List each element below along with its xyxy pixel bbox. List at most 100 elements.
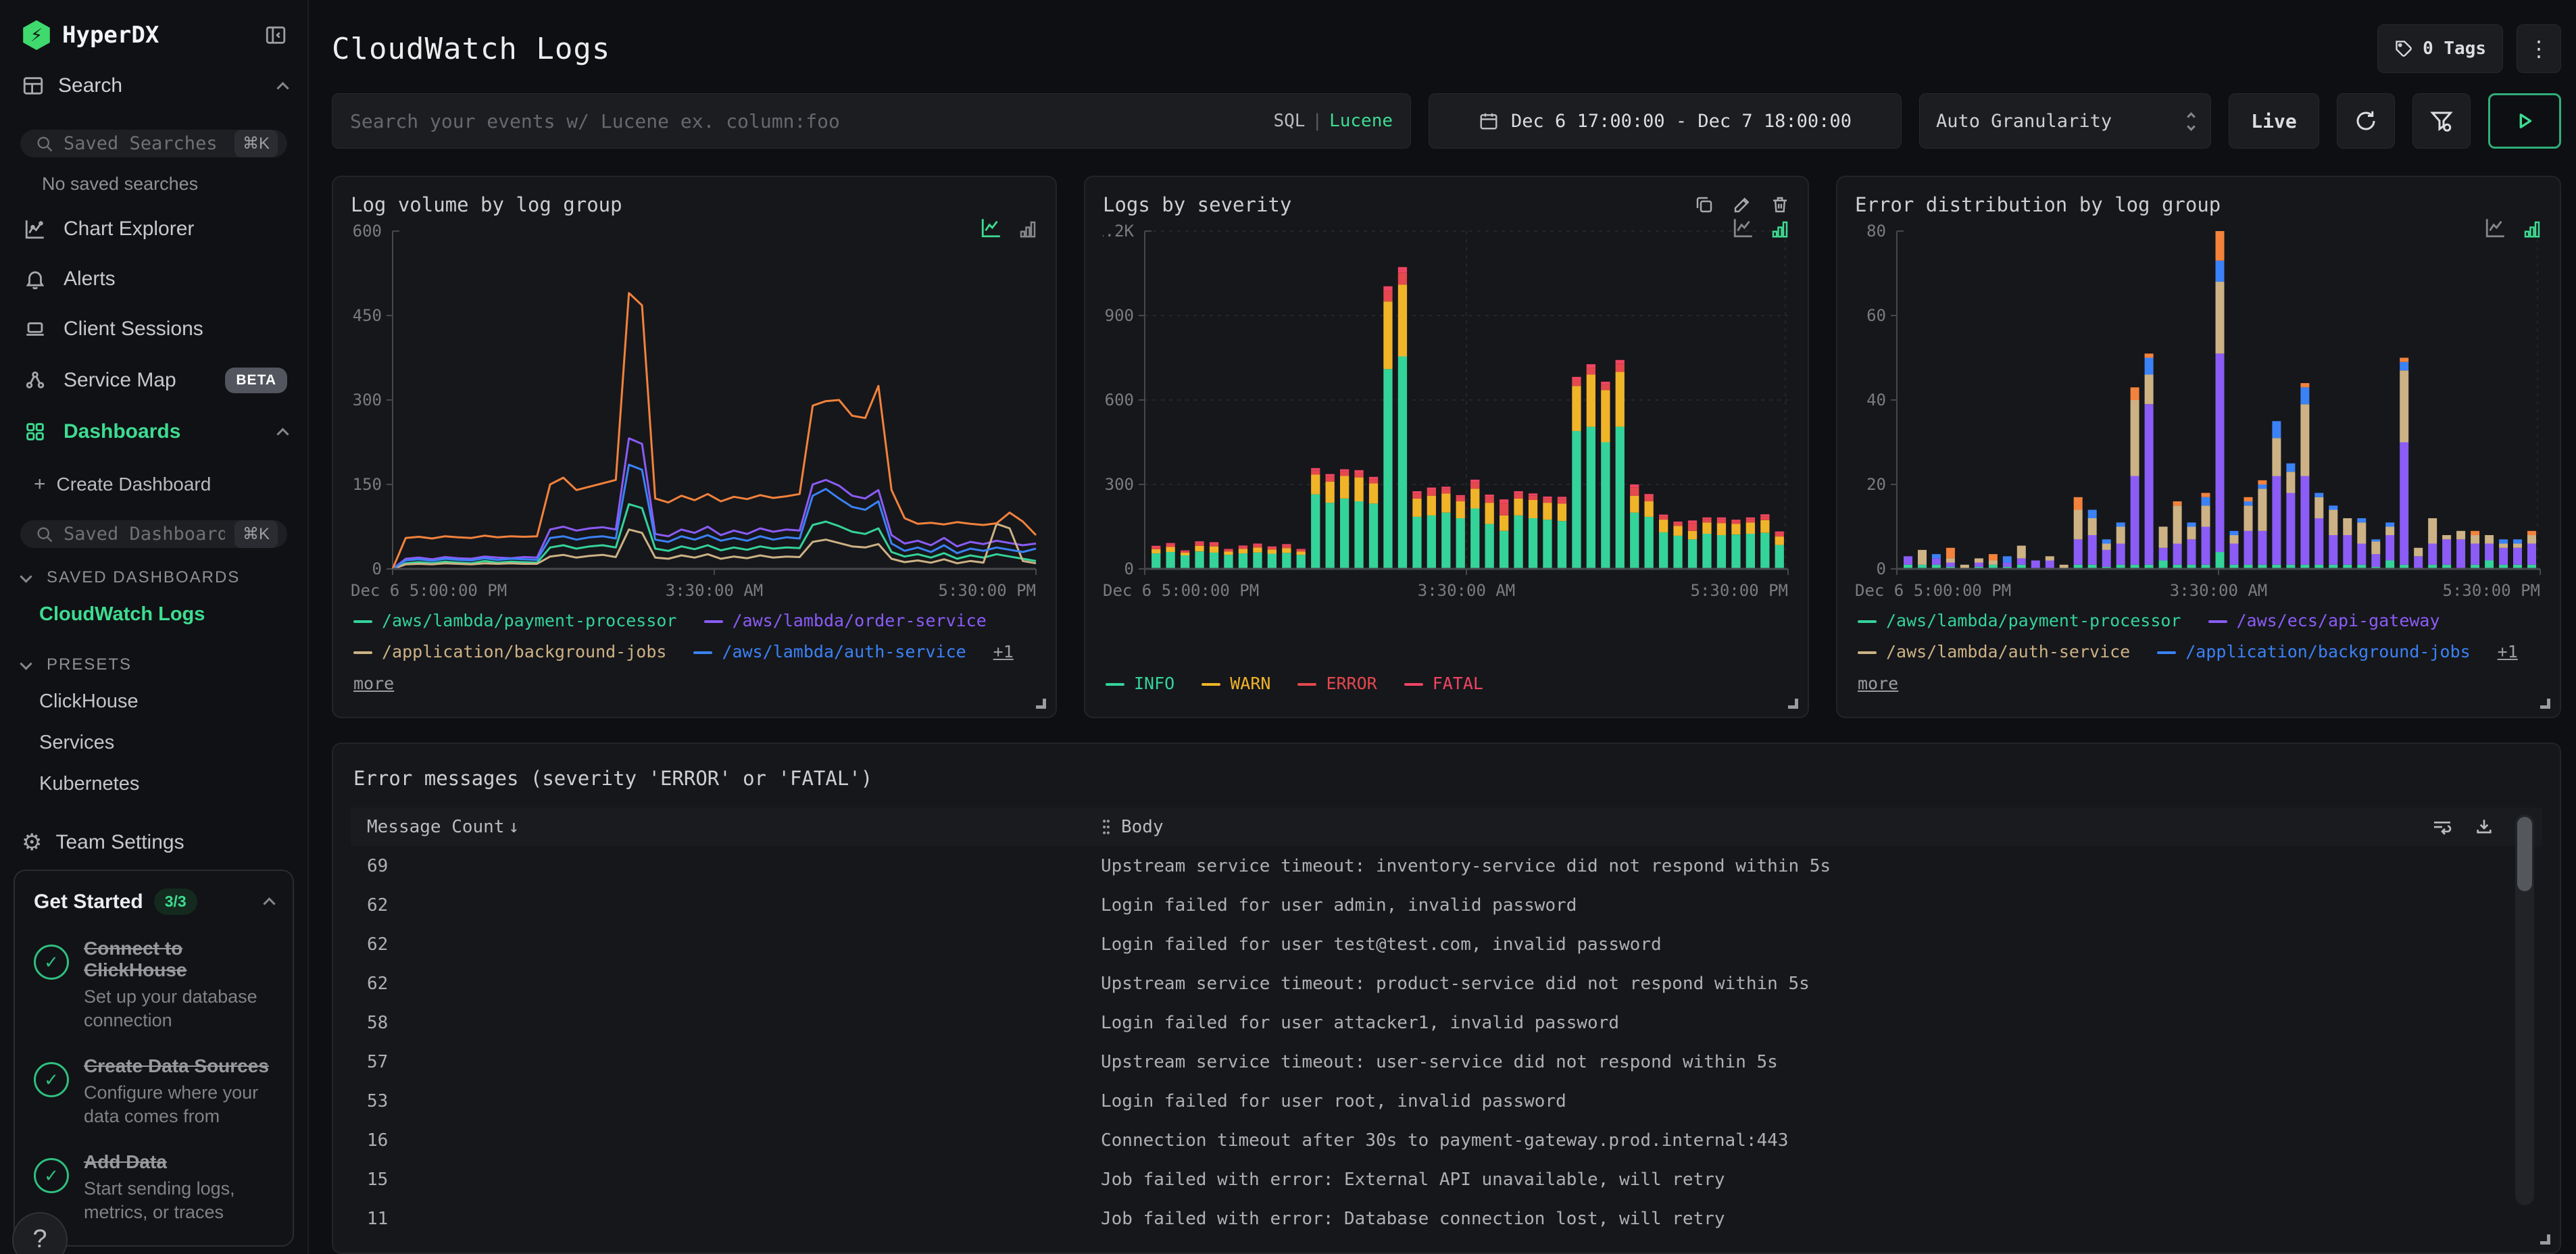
query-language-toggle[interactable]: SQL | Lucene (1273, 111, 1393, 131)
sidebar-item-services[interactable]: Services (0, 722, 307, 763)
sql-toggle[interactable]: SQL (1273, 111, 1305, 131)
legend-item[interactable]: /aws/lambda/order-service (703, 605, 987, 636)
section-label: SAVED DASHBOARDS (47, 568, 241, 586)
table-row[interactable]: 58 Login failed for user attacker1, inval… (351, 1003, 2542, 1043)
legend-item[interactable]: /aws/lambda/payment-processor (353, 605, 677, 636)
sidebar-item-clickhouse[interactable]: ClickHouse (0, 681, 307, 722)
table-row[interactable]: 11 Job failed with error: Database connec… (351, 1199, 2542, 1238)
line-view-toggle[interactable] (2484, 216, 2507, 239)
line-view-toggle[interactable] (980, 216, 1003, 239)
scrollbar-thumb[interactable] (2517, 816, 2532, 891)
legend-swatch (353, 651, 372, 655)
sidebar-collapse-icon[interactable] (264, 24, 287, 47)
search-section-label: Search (58, 74, 123, 97)
sidebar-item-label: Service Map (64, 369, 176, 391)
logs-by-severity-chart[interactable]: 1.2K 900 600 300 0 Dec 6 5:00:00 PM 3:30:00 AM… (1103, 223, 1790, 664)
tags-button[interactable]: 0 Tags (2377, 24, 2503, 73)
message-count-cell: 62 (367, 895, 389, 916)
panel-resize-handle[interactable] (1036, 698, 1046, 709)
error-messages-panel: Error messages (severity 'ERROR' or 'FAT… (332, 742, 2561, 1254)
delete-icon[interactable] (1770, 195, 1790, 215)
table-scrollbar[interactable] (2515, 813, 2534, 1205)
legend-item[interactable]: /application/background-jobs (353, 636, 666, 668)
table-row[interactable]: 62 Login failed for user admin, invalid p… (351, 886, 2542, 925)
chevron-up-icon[interactable] (263, 897, 276, 910)
table-row[interactable]: 62 Login failed for user test@test.com, i… (351, 925, 2542, 964)
refresh-button[interactable] (2337, 93, 2395, 149)
chevron-up-icon (276, 81, 289, 95)
shortcut-badge: ⌘K (234, 520, 278, 548)
chevron-down-icon (20, 657, 32, 670)
granularity-select[interactable]: Auto Granularity (1919, 93, 2211, 149)
date-range-picker[interactable]: Dec 6 17:00:00 - Dec 7 18:00:00 (1429, 93, 1902, 149)
event-search-input[interactable]: Search your events w/ Lucene ex. column:… (332, 93, 1411, 149)
get-started-item[interactable]: ✓ Add Data Start sending logs, metrics, or… (34, 1151, 274, 1224)
charts-row: Log volume by log group 600 450 300 150 0 Dec… (332, 176, 2561, 718)
table-row[interactable]: 62 Upstream service timeout: product-serv… (351, 964, 2542, 1003)
run-query-button[interactable] (2488, 93, 2561, 149)
panel-resize-handle[interactable] (2540, 1234, 2550, 1245)
svg-text:0: 0 (1877, 559, 1886, 578)
column-header-body[interactable]: Body (1101, 817, 2431, 837)
table-row[interactable]: 53 Login failed for user root, invalid pa… (351, 1082, 2542, 1121)
sidebar-item-chart-explorer[interactable]: Chart Explorer (0, 204, 307, 254)
table-row[interactable]: 57 Upstream service timeout: user-service… (351, 1043, 2542, 1082)
sidebar-item-alerts[interactable]: Alerts (0, 254, 307, 304)
panel-resize-handle[interactable] (2540, 698, 2550, 709)
wrap-lines-icon[interactable] (2431, 816, 2453, 838)
sidebar-item-client-sessions[interactable]: Client Sessions (0, 304, 307, 354)
duplicate-icon[interactable] (1694, 195, 1714, 215)
error-distribution-chart[interactable]: 80 60 40 20 0 Dec 6 5:00:00 PM 3:30:00 AM 5:30:… (1855, 223, 2542, 601)
lucene-toggle[interactable]: Lucene (1329, 111, 1393, 131)
sidebar-item-kubernetes[interactable]: Kubernetes (0, 763, 307, 805)
sidebar-item-dashboards[interactable]: Dashboards (0, 407, 307, 457)
select-chevrons-icon (2187, 109, 2196, 132)
more-menu-button[interactable]: ⋮ (2517, 24, 2561, 73)
app-logo[interactable]: ⚡ HyperDX (22, 20, 159, 50)
svg-text:40: 40 (1866, 391, 1886, 409)
bar-view-toggle[interactable] (1770, 219, 1790, 239)
legend-item[interactable]: /aws/ecs/api-gateway (2208, 605, 2440, 636)
table-row[interactable]: 15 Job failed with error: External API un… (351, 1160, 2542, 1199)
panel-resize-handle[interactable] (1788, 698, 1798, 709)
svg-text:600: 600 (353, 223, 382, 241)
bell-icon (22, 268, 49, 291)
section-header[interactable]: SAVED DASHBOARDS (0, 548, 307, 594)
legend-item[interactable]: /application/background-jobs (2157, 636, 2471, 668)
legend-item[interactable]: /aws/lambda/auth-service (1858, 636, 2130, 668)
legend-item[interactable]: FATAL (1404, 668, 1483, 699)
saved-dashboards-input[interactable]: Saved Dashboards ⌘K (20, 520, 287, 548)
table-row[interactable]: 16 Connection timeout after 30s to paymen… (351, 1121, 2542, 1160)
legend-item[interactable]: ERROR (1297, 668, 1377, 699)
section-header[interactable]: PRESETS (0, 635, 307, 681)
bar-view-toggle[interactable] (1018, 219, 1038, 239)
legend-item[interactable]: /aws/lambda/payment-processor (1858, 605, 2181, 636)
sidebar-item-team-settings[interactable]: ⚙ Team Settings (0, 805, 307, 870)
legend-label: FATAL (1432, 673, 1483, 693)
get-started-item[interactable]: ✓ Connect to ClickHouse Set up your databa… (34, 938, 274, 1032)
chart-legend: /aws/lambda/payment-processor/aws/ecs/ap… (1858, 605, 2542, 699)
drag-handle-icon[interactable] (1101, 818, 1112, 836)
column-header-message-count[interactable]: Message Count ↓ (351, 817, 1101, 837)
table-row[interactable]: 69 Upstream service timeout: inventory-se… (351, 847, 2542, 886)
chevron-up-icon (276, 427, 289, 441)
legend-item[interactable]: WARN (1202, 668, 1270, 699)
create-dashboard-button[interactable]: + Create Dashboard (0, 457, 307, 503)
edit-icon[interactable] (1732, 195, 1752, 215)
legend-item[interactable]: /aws/lambda/auth-service (693, 636, 966, 668)
download-icon[interactable] (2473, 816, 2495, 838)
sidebar-item-service-map[interactable]: Service Map BETA (0, 354, 307, 407)
legend-swatch (1858, 620, 1877, 623)
get-started-item[interactable]: ✓ Create Data Sources Configure where your… (34, 1055, 274, 1128)
legend-item[interactable]: INFO (1106, 668, 1174, 699)
live-button[interactable]: Live (2229, 93, 2319, 149)
bar-view-toggle[interactable] (2522, 219, 2542, 239)
svg-text:60: 60 (1866, 306, 1886, 325)
line-view-toggle[interactable] (1732, 216, 1755, 239)
log-volume-chart[interactable]: 600 450 300 150 0 Dec 6 5:00:00 PM 3:30:00 AM 5… (351, 223, 1038, 601)
sidebar-item-cloudwatch-logs[interactable]: CloudWatch Logs (0, 594, 307, 635)
tags-label: 0 Tags (2423, 39, 2486, 59)
filter-button[interactable] (2412, 93, 2471, 149)
sidebar-item-search[interactable]: Search (0, 50, 307, 112)
saved-searches-input[interactable]: Saved Searches ⌘K (20, 130, 287, 157)
